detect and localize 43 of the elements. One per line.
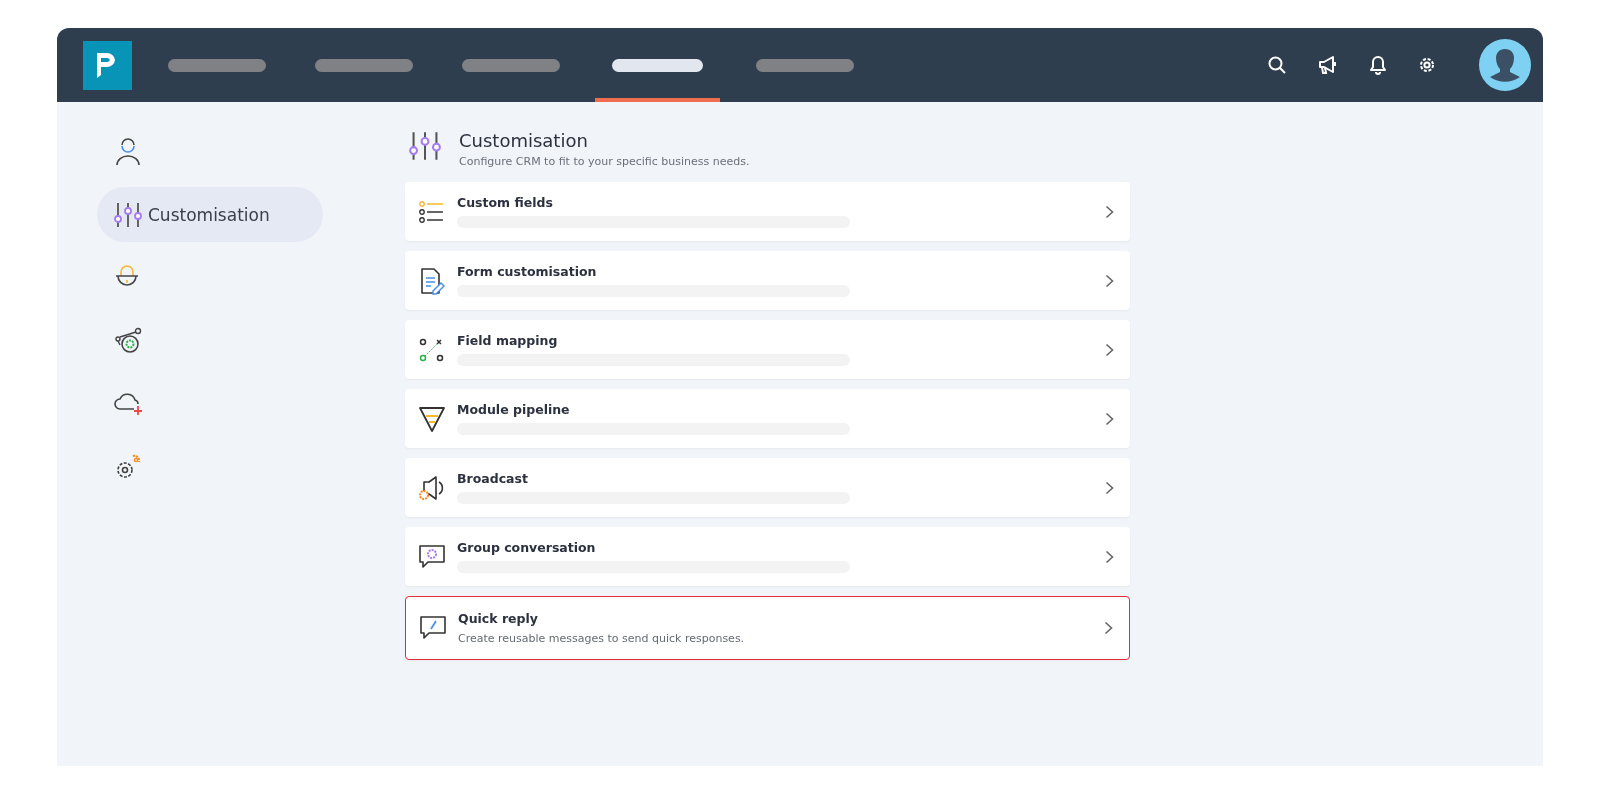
avatar-icon[interactable] <box>1479 39 1531 91</box>
document-pen-icon <box>419 266 445 295</box>
mapping-icon <box>419 337 445 362</box>
card-title: Quick reply <box>458 611 539 626</box>
speaker-gear-icon <box>418 473 446 502</box>
gear-icon <box>114 326 142 355</box>
settings-card[interactable]: Form customisation <box>405 251 1130 310</box>
settings-card[interactable]: Module pipeline <box>405 389 1130 448</box>
sliders-icon <box>409 130 441 162</box>
chat-pen-icon <box>419 615 447 641</box>
chevron-right-icon <box>1105 204 1114 219</box>
card-title: Module pipeline <box>457 402 571 417</box>
chevron-right-icon <box>1105 411 1114 426</box>
card-title: Custom fields <box>457 195 554 210</box>
page-subtitle: Configure CRM to fit to your specific business needs. <box>459 155 750 168</box>
cloud-plus-icon <box>114 390 144 417</box>
chevron-right-icon <box>1105 273 1114 288</box>
list-icon <box>419 200 445 223</box>
chevron-right-icon <box>1104 621 1113 635</box>
settings-icon[interactable] <box>1417 55 1437 75</box>
card-title: Group conversation <box>457 540 597 555</box>
card-title: Field mapping <box>457 333 559 348</box>
chevron-right-icon <box>1105 342 1114 357</box>
sidebar-item[interactable]: Customisation <box>97 187 323 242</box>
page-title: Customisation <box>459 130 589 151</box>
megaphone-icon[interactable] <box>1317 55 1339 75</box>
search-icon[interactable] <box>1267 55 1287 75</box>
settings-card[interactable]: Field mapping <box>405 320 1130 379</box>
user-icon <box>114 136 142 167</box>
settings-card[interactable]: Custom fields <box>405 182 1130 241</box>
settings-card[interactable]: Group conversation <box>405 527 1130 586</box>
chevron-right-icon <box>1105 549 1114 564</box>
logo-icon[interactable] <box>83 40 132 90</box>
chevron-right-icon <box>1105 480 1114 495</box>
settings-card[interactable]: Quick reply Create reusable messages to send quick responses. <box>405 596 1130 660</box>
funnel-icon <box>418 404 446 433</box>
card-description: Create reusable messages to send quick responses. <box>458 632 746 645</box>
card-title: Form customisation <box>457 264 598 279</box>
chat-gear-icon <box>418 543 446 570</box>
card-title: Broadcast <box>457 471 529 486</box>
settings-card[interactable]: Broadcast <box>405 458 1130 517</box>
bell-icon[interactable] <box>1369 55 1387 75</box>
sliders-icon <box>114 200 142 229</box>
